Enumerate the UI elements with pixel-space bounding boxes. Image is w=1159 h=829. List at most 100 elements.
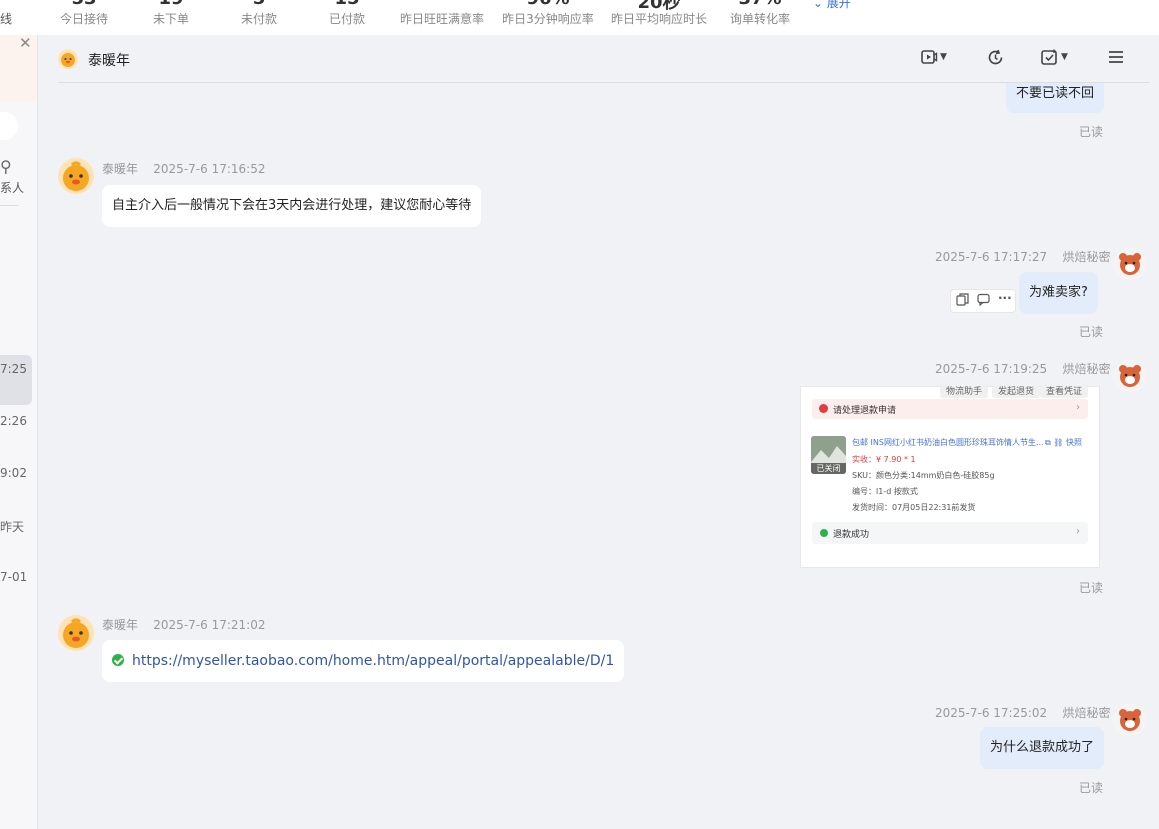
product-thumbnail: 已关闭 <box>811 436 846 474</box>
verified-link-icon <box>112 654 124 666</box>
sender-name: 烘焙秘密 <box>1062 362 1111 376</box>
stat-paid[interactable]: 15 已付款 <box>319 0 375 35</box>
stat-avg-response[interactable]: 20秒 昨日平均响应时长 <box>609 0 709 35</box>
stat-label: 昨日平均响应时长 <box>610 12 707 26</box>
menu-button[interactable] <box>1107 47 1125 71</box>
chevron-down-icon: ⌄ <box>813 0 827 10</box>
message-meta: 泰暖年 2025-7-6 17:21:02 <box>102 616 265 633</box>
chevron-right-icon: › <box>1076 526 1080 537</box>
avatar[interactable] <box>58 158 94 194</box>
chevron-right-icon: › <box>1076 402 1080 413</box>
message-time: 2025-7-6 17:16:52 <box>153 162 266 176</box>
card-tab: 发起退货 <box>992 386 1041 398</box>
stat-unpaid[interactable]: 5 未付款 <box>231 0 287 35</box>
online-status-label: 线 <box>0 12 13 26</box>
stat-value: 96% <box>500 0 596 9</box>
more-icon[interactable]: ··· <box>998 291 1012 305</box>
avatar[interactable] <box>1113 247 1147 281</box>
appeal-link[interactable]: https://myseller.taobao.com/home.htm/app… <box>132 653 614 669</box>
close-icon[interactable]: ✕ <box>19 35 32 52</box>
stat-response-rate[interactable]: 96% 昨日3分钟响应率 <box>500 0 596 35</box>
avatar[interactable] <box>1113 359 1147 393</box>
avatar[interactable] <box>1113 703 1147 737</box>
success-icon <box>820 529 828 537</box>
expand-label: 展开 <box>826 0 851 10</box>
chevron-down-icon: ▼ <box>1061 52 1068 62</box>
refresh-button[interactable] <box>986 47 1005 71</box>
read-receipt: 已读 <box>1079 781 1104 795</box>
video-call-button[interactable]: ▼ <box>920 47 947 71</box>
message-bubble-buyer[interactable]: 自主介入后一般情况下会在3天内会进行处理，建议您耐心等待 <box>102 185 482 227</box>
avatar[interactable] <box>58 49 78 69</box>
stat-label: 未下单 <box>152 12 189 26</box>
contact-list-panel: ✕ ⚲ 系人 7:25 2:26 9:02 昨天 7-01 <box>0 35 38 829</box>
stat-label: 昨日3分钟响应率 <box>502 12 594 26</box>
message-bubble-seller[interactable]: 为难卖家? <box>1019 272 1098 314</box>
stat-label: 昨日旺旺满意率 <box>399 12 484 26</box>
product-sku: SKU：颜色分类:14mm奶白色-硅胶85g <box>852 471 995 480</box>
alert-text: 请处理退款申请 <box>833 406 897 416</box>
stat-label: 今日接待 <box>59 12 108 26</box>
refund-status: 退款成功 <box>833 530 870 540</box>
message-meta: 泰暖年 2025-7-6 17:16:52 <box>102 160 265 177</box>
product-code: 编号：l1-d 按款式 <box>852 487 918 496</box>
message-bubble-buyer: https://myseller.taobao.com/home.htm/app… <box>102 640 625 682</box>
quote-icon[interactable] <box>977 293 990 309</box>
read-receipt: 已读 <box>1079 581 1104 595</box>
stat-label: 询单转化率 <box>729 12 790 26</box>
stat-label: 未付款 <box>240 12 277 26</box>
search-icon[interactable]: ⚲ <box>0 157 12 176</box>
sender-name: 泰暖年 <box>102 618 139 632</box>
stat-value: 19 <box>143 0 199 9</box>
stat-today-received[interactable]: 53 今日接待 <box>56 0 112 35</box>
read-receipt: 已读 <box>1079 125 1104 139</box>
read-receipt: 已读 <box>1079 325 1104 339</box>
message-text: 自主介入后一般情况下会在3天内会进行处理，建议您耐心等待 <box>112 198 472 213</box>
message-time: 2025-7-6 17:25:02 <box>935 706 1048 720</box>
contact-name[interactable]: 泰暖年 <box>88 50 130 70</box>
sender-name: 烘焙秘密 <box>1062 250 1111 264</box>
product-title: 包邮 INS网红小红书奶油白色圆形珍珠耳饰情人节生... <box>852 438 1044 447</box>
chat-header-overlay: 泰暖年 ▼ ▼ <box>38 35 1159 83</box>
alert-icon <box>819 404 828 413</box>
message-text: 不要已读不回 <box>1016 86 1095 101</box>
stat-conversion[interactable]: 37% 询单转化率 <box>726 0 794 35</box>
card-icons: ⧉ ⛓ 快照 <box>1045 438 1082 447</box>
sender-name: 烘焙秘密 <box>1062 706 1111 720</box>
stats-bar: 线 53 今日接待 19 未下单 5 未付款 15 已付款 昨日旺旺满意率 96… <box>0 0 1159 35</box>
closed-tag: 已关闭 <box>811 463 846 474</box>
task-check-icon <box>1041 49 1057 65</box>
video-call-icon <box>921 50 938 64</box>
chevron-down-icon: ▼ <box>940 52 947 62</box>
refund-success-row: 退款成功 › <box>812 522 1088 544</box>
message-action-tray: ··· <box>950 289 1016 313</box>
refund-request-alert: 请处理退款申请 › <box>812 399 1088 419</box>
contact-time: 7:25 <box>0 362 27 376</box>
message-bubble-seller[interactable]: 为什么退款成功了 <box>980 727 1105 769</box>
search-box[interactable] <box>0 112 18 140</box>
card-tab: 查看凭证 <box>1040 386 1089 398</box>
menu-icon <box>1109 51 1123 63</box>
avatar[interactable] <box>58 615 94 651</box>
message-time: 2025-7-6 17:19:25 <box>935 362 1048 376</box>
stat-not-ordered[interactable]: 19 未下单 <box>143 0 199 35</box>
contacts-tab[interactable]: 系人 <box>0 179 24 196</box>
stat-satisfaction[interactable]: 昨日旺旺满意率 <box>398 0 486 35</box>
expand-stats-button[interactable]: ⌄ 展开 <box>813 0 851 11</box>
contact-time: 2:26 <box>0 414 27 428</box>
copy-icon[interactable] <box>956 293 969 309</box>
header-divider <box>58 82 1149 83</box>
snapshot-link: 快照 <box>1065 438 1082 447</box>
stat-value: 15 <box>319 0 375 9</box>
message-time: 2025-7-6 17:17:27 <box>935 250 1048 264</box>
card-tab: 物流助手 <box>940 386 989 398</box>
product-price: 实收：¥ 7.90 * 1 <box>852 455 916 464</box>
message-meta: 2025-7-6 17:17:27 烘焙秘密 <box>935 248 1110 265</box>
divider <box>0 205 18 206</box>
stat-label: 已付款 <box>328 12 365 26</box>
sender-name: 泰暖年 <box>102 162 139 176</box>
message-text: 为难卖家? <box>1029 285 1088 300</box>
refresh-icon <box>988 49 1003 64</box>
contact-time: 7-01 <box>0 570 28 584</box>
task-button[interactable]: ▼ <box>1040 47 1068 71</box>
